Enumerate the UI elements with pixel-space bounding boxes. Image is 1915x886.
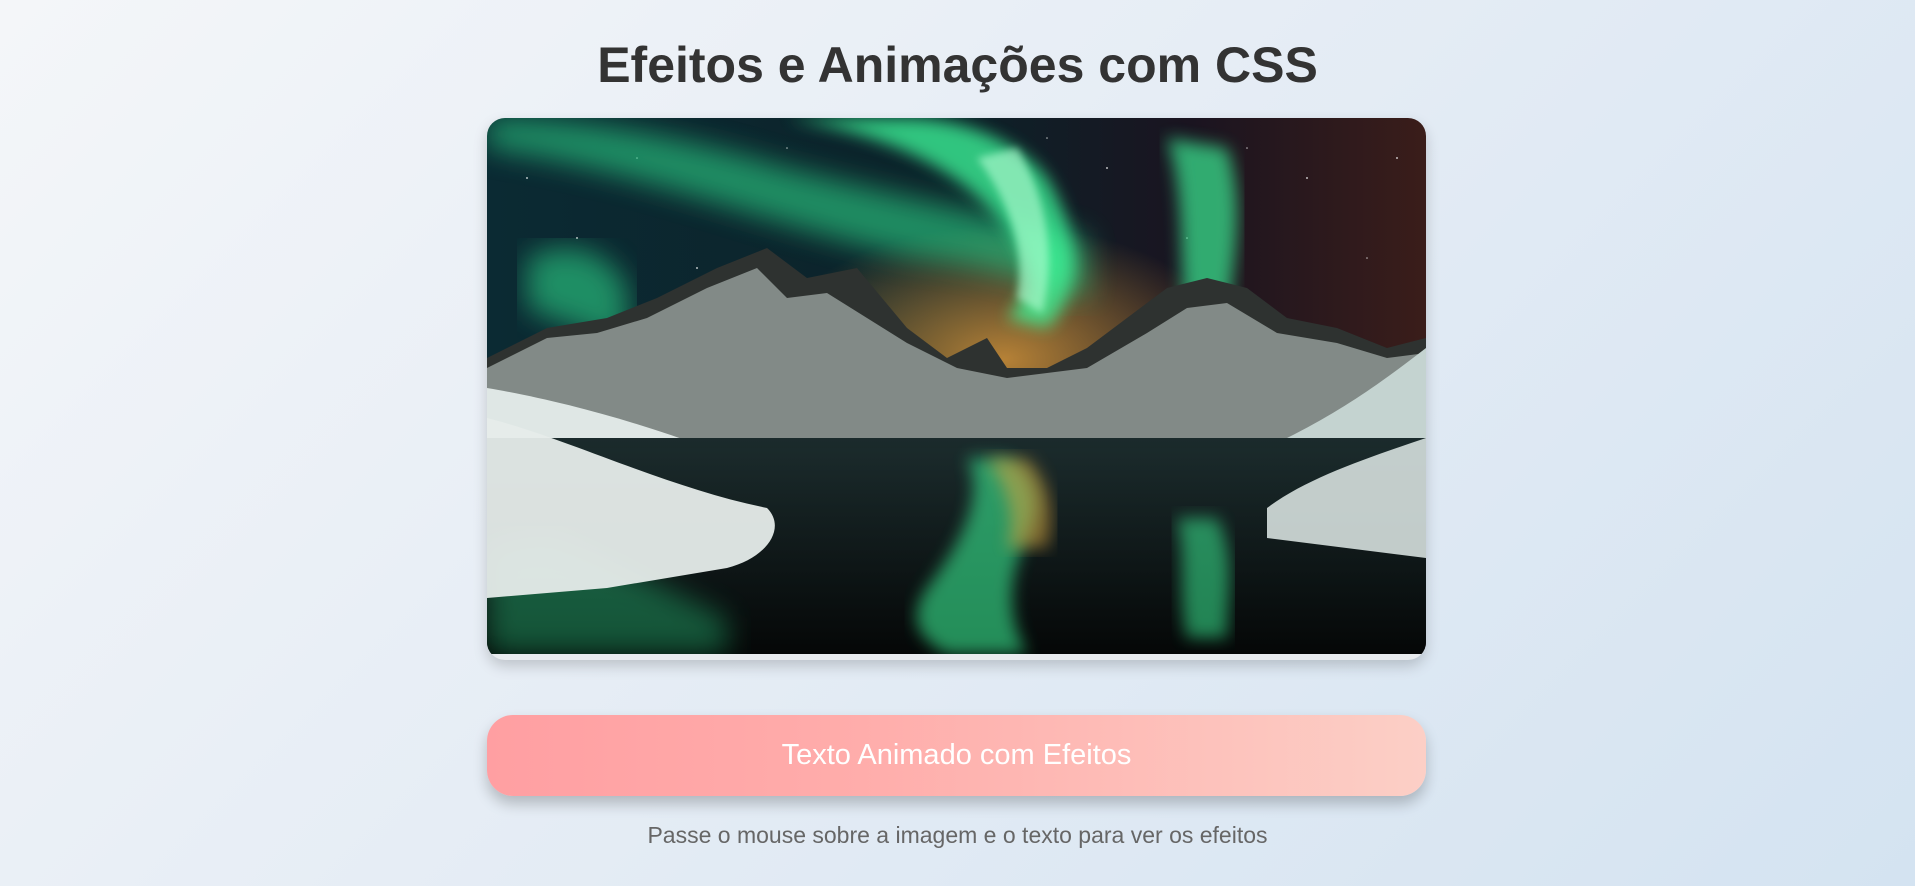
animated-text-label: Texto Animado com Efeitos	[781, 739, 1132, 771]
aurora-landscape-image[interactable]	[487, 118, 1426, 654]
page-title: Efeitos e Animações com CSS	[597, 37, 1318, 93]
hover-hint-text: Passe o mouse sobre a imagem e o texto p…	[647, 822, 1268, 848]
aurora-image-card[interactable]	[487, 118, 1426, 660]
page: Efeitos e Animações com CSS Texto Animad…	[0, 0, 1915, 886]
animated-text-banner[interactable]: Texto Animado com Efeitos	[487, 715, 1426, 796]
